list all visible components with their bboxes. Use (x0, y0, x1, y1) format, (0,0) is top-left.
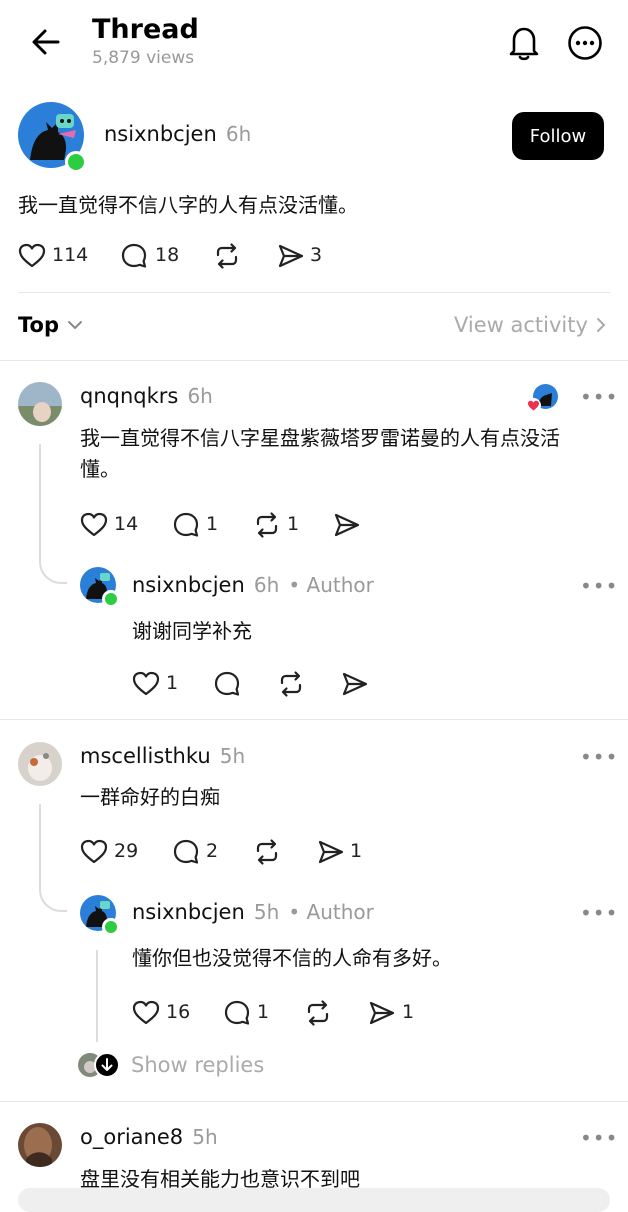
reply-text: 我一直觉得不信八字星盘紫薇塔罗雷诺曼的人有点没活 (80, 426, 560, 450)
more-options-icon[interactable]: ••• (580, 385, 618, 409)
share-icon[interactable] (317, 838, 345, 866)
comment-icon[interactable] (120, 242, 148, 270)
view-count: 5,879 views (92, 48, 195, 68)
heart-badge-icon (526, 398, 541, 413)
more-options-icon[interactable]: ••• (580, 901, 618, 925)
reply-username[interactable]: nsixnbcjen (132, 900, 245, 924)
comment-icon[interactable] (172, 838, 200, 866)
reply-input-bar[interactable] (18, 1188, 610, 1212)
follow-button[interactable]: Follow (512, 112, 604, 160)
reply-text: 一群命好的白痴 (80, 785, 220, 809)
share-icon[interactable] (368, 999, 396, 1027)
comment-count: 18 (155, 244, 180, 266)
comment-icon[interactable] (172, 511, 200, 539)
repost-icon[interactable] (277, 670, 305, 698)
thread-connector (96, 950, 98, 1042)
back-arrow-icon[interactable] (30, 26, 62, 58)
more-options-icon[interactable]: ••• (580, 1126, 618, 1150)
reply-username[interactable]: nsixnbcjen (132, 573, 245, 597)
like-count: 14 (114, 513, 139, 535)
repost-count: 1 (287, 513, 300, 535)
like-icon[interactable] (80, 838, 108, 866)
more-options-icon[interactable]: ••• (580, 574, 618, 598)
repost-icon[interactable] (253, 511, 281, 539)
comment-icon[interactable] (213, 670, 241, 698)
avatar[interactable] (18, 1123, 62, 1167)
bell-icon[interactable] (506, 24, 542, 62)
view-activity-label: View activity (454, 313, 588, 337)
thread-connector (39, 444, 67, 584)
like-icon[interactable] (18, 242, 46, 270)
divider (18, 292, 610, 293)
reply-text: 懂。 (80, 457, 120, 481)
more-options-icon[interactable]: ••• (580, 745, 618, 769)
show-replies-button[interactable]: Show replies (78, 1052, 264, 1078)
reply-username[interactable]: qnqnqkrs (80, 384, 178, 408)
comment-count: 1 (257, 1001, 270, 1023)
share-count: 1 (402, 1001, 415, 1023)
share-count: 1 (350, 840, 363, 862)
post-username[interactable]: nsixnbcjen (104, 122, 217, 146)
repost-icon[interactable] (304, 999, 332, 1027)
show-replies-label: Show replies (131, 1053, 265, 1077)
reply-time: 6h (253, 573, 280, 597)
repost-icon[interactable] (213, 242, 241, 270)
share-count: 3 (310, 244, 323, 266)
online-indicator (102, 918, 120, 936)
share-icon[interactable] (333, 511, 361, 539)
like-icon[interactable] (80, 511, 108, 539)
reply-username[interactable]: mscellisthku (80, 744, 211, 768)
divider (0, 1101, 628, 1102)
reply-text: 懂你但也没觉得不信的人命有多好。 (132, 946, 452, 970)
comment-icon[interactable] (223, 999, 251, 1027)
author-tag: • Author (288, 900, 374, 924)
author-tag: • Author (288, 573, 374, 597)
share-icon[interactable] (341, 670, 369, 698)
more-options-icon[interactable] (567, 25, 603, 61)
divider (0, 719, 628, 720)
repost-icon[interactable] (253, 838, 281, 866)
reply-time: 5h (219, 744, 246, 768)
like-count: 16 (166, 1001, 191, 1023)
divider (0, 360, 628, 361)
chevron-down-icon (67, 319, 83, 331)
thread-connector (39, 804, 67, 912)
post-text: 我一直觉得不信八字的人有点没活懂。 (18, 193, 358, 217)
like-count: 1 (166, 672, 179, 694)
like-count: 29 (114, 840, 139, 862)
reply-username[interactable]: o_oriane8 (80, 1125, 183, 1149)
reply-text: 谢谢同学补充 (132, 619, 252, 643)
post-time: 6h (225, 122, 252, 146)
page-title: Thread (92, 14, 199, 45)
share-icon[interactable] (277, 242, 305, 270)
like-icon[interactable] (132, 670, 160, 698)
chevron-right-icon (596, 317, 606, 333)
reply-time: 5h (192, 1125, 218, 1149)
avatar[interactable] (18, 742, 62, 786)
like-icon[interactable] (132, 999, 160, 1027)
view-activity-link[interactable]: View activity (454, 313, 606, 337)
comment-count: 1 (206, 513, 219, 535)
online-indicator (102, 590, 120, 608)
sort-dropdown[interactable]: Top (18, 313, 83, 337)
online-indicator (65, 151, 87, 173)
reply-time: 6h (187, 384, 213, 408)
comment-count: 2 (206, 840, 219, 862)
reply-time: 5h (253, 900, 280, 924)
sort-label: Top (18, 313, 59, 337)
arrow-down-icon (94, 1052, 120, 1078)
like-count: 114 (52, 244, 89, 266)
avatar[interactable] (18, 382, 62, 426)
